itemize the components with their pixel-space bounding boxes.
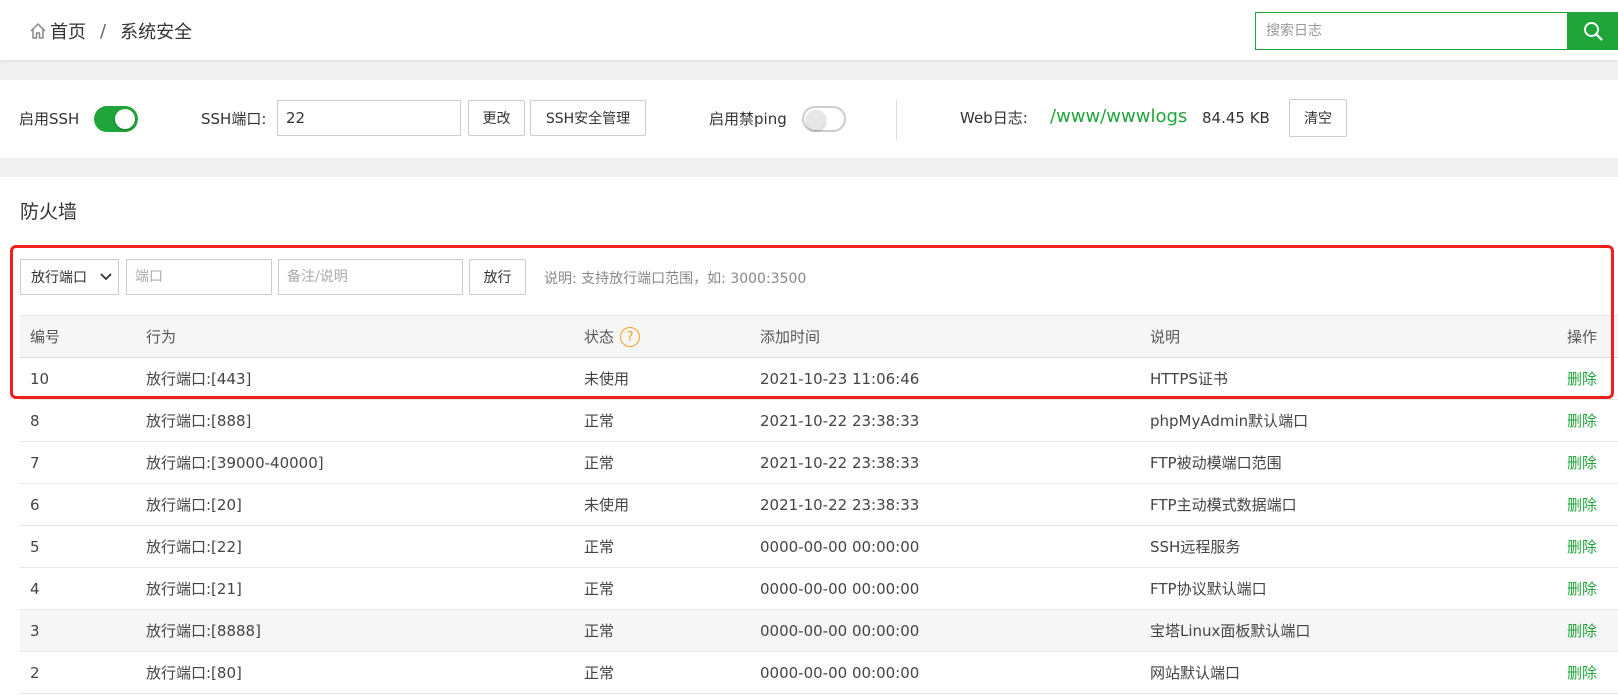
row-added: 2021-10-23 11:06:46 [750,357,1140,400]
breadcrumb-home[interactable]: 首页 [50,18,86,44]
change-port-button[interactable]: 更改 [468,100,525,136]
row-id: 4 [20,567,136,610]
row-desc: HTTPS证书 [1140,357,1567,400]
row-desc: phpMyAdmin默认端口 [1140,399,1567,442]
rule-type-value: 放行端口 [31,270,87,286]
row-status: 未使用 [574,483,750,526]
row-id: 6 [20,483,136,526]
row-status: 正常 [574,441,750,484]
breadcrumb-separator: / [100,20,107,42]
row-action: 放行端口:[20] [136,483,574,526]
col-action-header[interactable]: 行为 [136,315,574,358]
row-status: 正常 [574,567,750,610]
row-action: 放行端口:[443] [136,357,574,400]
delete-link[interactable]: 删除 [1567,580,1597,598]
table-header-row: 编号 行为 状态? 添加时间 说明 操作 [20,315,1618,358]
allow-port-button[interactable]: 放行 [469,259,526,295]
search-button[interactable] [1567,12,1618,50]
row-desc: FTP主动模式数据端口 [1140,483,1567,526]
ssh-manage-button[interactable]: SSH安全管理 [530,100,646,136]
row-status: 正常 [574,399,750,442]
table-row: 7 放行端口:[39000-40000] 正常 2021-10-22 23:38… [20,441,1618,484]
delete-link[interactable]: 删除 [1567,454,1597,472]
breadcrumb-current: 系统安全 [120,22,193,43]
row-added: 2021-10-22 23:38:33 [750,483,1140,526]
delete-link[interactable]: 删除 [1567,412,1597,430]
rule-type-select[interactable]: 放行端口 [20,259,119,295]
row-added: 2021-10-22 23:38:33 [750,399,1140,442]
row-status: 正常 [574,651,750,694]
row-action: 放行端口:[21] [136,567,574,610]
delete-link[interactable]: 删除 [1567,664,1597,682]
search-input[interactable] [1255,12,1567,50]
ssh-toggle[interactable] [94,106,138,132]
table-row: 5 放行端口:[22] 正常 0000-00-00 00:00:00 SSH远程… [20,525,1618,568]
table-row: 6 放行端口:[20] 未使用 2021-10-22 23:38:33 FTP主… [20,483,1618,526]
delete-link[interactable]: 删除 [1567,370,1597,388]
help-icon[interactable]: ? [620,327,641,348]
row-desc: FTP协议默认端口 [1140,567,1567,610]
row-desc: 宝塔Linux面板默认端口 [1140,609,1567,652]
top-header: 首页 / 系统安全 [0,0,1618,60]
delete-link[interactable]: 删除 [1567,496,1597,514]
col-status-header[interactable]: 状态? [574,315,750,358]
breadcrumb: 首页 / 系统安全 [28,18,192,44]
row-id: 3 [20,609,136,652]
port-input[interactable] [126,259,272,295]
table-row: 3 放行端口:[8888] 正常 0000-00-00 00:00:00 宝塔L… [20,609,1618,652]
delete-link[interactable]: 删除 [1567,538,1597,556]
status-header-label: 状态 [584,327,615,346]
row-action: 放行端口:[22] [136,525,574,568]
row-id: 8 [20,399,136,442]
ping-label: 启用禁ping [709,110,787,128]
row-added: 0000-00-00 00:00:00 [750,525,1140,568]
ping-toggle[interactable] [802,106,846,132]
row-desc: 网站默认端口 [1140,651,1567,694]
divider [896,100,897,140]
row-desc: SSH远程服务 [1140,525,1567,568]
row-id: 7 [20,441,136,484]
note-input[interactable] [278,259,463,295]
ssh-port-input[interactable] [277,100,461,136]
row-status: 正常 [574,525,750,568]
web-log-label: Web日志: [960,109,1028,127]
chevron-down-icon [100,273,112,281]
firewall-table: 编号 行为 状态? 添加时间 说明 操作 10 放行端口:[443] 未使用 2… [20,315,1618,694]
row-id: 2 [20,651,136,694]
delete-link[interactable]: 删除 [1567,622,1597,640]
row-desc: FTP被动模端口范围 [1140,441,1567,484]
col-op-header: 操作 [1567,315,1618,358]
row-action: 放行端口:[39000-40000] [136,441,574,484]
row-action: 放行端口:[80] [136,651,574,694]
home-icon[interactable] [28,21,48,41]
log-search [1255,12,1618,50]
row-id: 10 [20,357,136,400]
search-icon [1583,22,1603,41]
row-added: 2021-10-22 23:38:33 [750,441,1140,484]
table-row: 2 放行端口:[80] 正常 0000-00-00 00:00:00 网站默认端… [20,651,1618,694]
port-range-hint: 说明: 支持放行端口范围，如: 3000:3500 [544,271,807,287]
web-log-path-link[interactable]: /www/wwwlogs [1050,106,1187,128]
row-added: 0000-00-00 00:00:00 [750,609,1140,652]
row-id: 5 [20,525,136,568]
col-desc-header[interactable]: 说明 [1140,315,1567,358]
col-id-header[interactable]: 编号 [20,315,136,358]
row-action: 放行端口:[8888] [136,609,574,652]
row-status: 正常 [574,609,750,652]
col-added-header[interactable]: 添加时间 [750,315,1140,358]
table-row: 10 放行端口:[443] 未使用 2021-10-23 11:06:46 HT… [20,357,1618,400]
row-added: 0000-00-00 00:00:00 [750,651,1140,694]
enable-ssh-label: 启用SSH [19,110,80,128]
firewall-title: 防火墙 [20,201,78,223]
ssh-port-label: SSH端口: [201,110,267,128]
row-action: 放行端口:[888] [136,399,574,442]
table-row: 4 放行端口:[21] 正常 0000-00-00 00:00:00 FTP协议… [20,567,1618,610]
table-row: 8 放行端口:[888] 正常 2021-10-22 23:38:33 phpM… [20,399,1618,442]
firewall-panel: 防火墙 放行端口 放行 说明: 支持放行端口范围，如: 3000:3500 编号… [0,177,1618,700]
row-added: 0000-00-00 00:00:00 [750,567,1140,610]
row-status: 未使用 [574,357,750,400]
web-log-size: 84.45 KB [1202,109,1270,127]
ssh-panel: 启用SSH SSH端口: 更改 SSH安全管理 启用禁ping Web日志: /… [0,80,1618,158]
clear-log-button[interactable]: 清空 [1289,99,1347,137]
